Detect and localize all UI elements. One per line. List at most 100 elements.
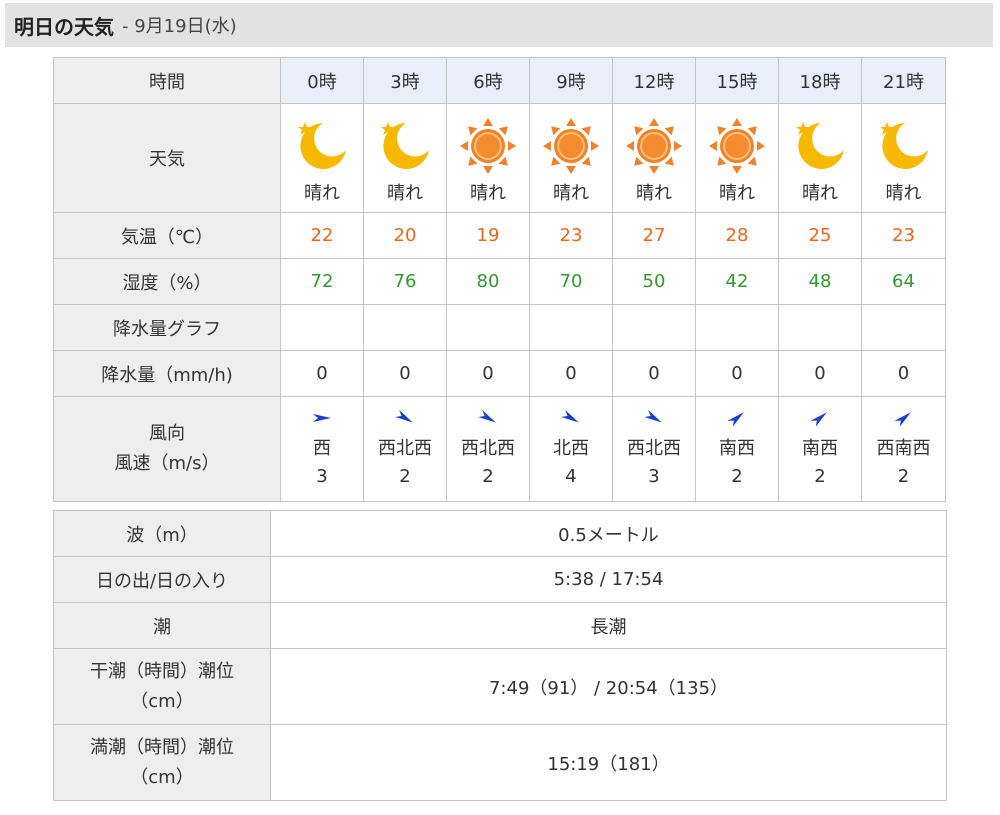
humidity-value: 70 <box>529 258 613 305</box>
wind-cell: 西北西 2 <box>446 396 530 502</box>
humidity-value: 76 <box>363 258 447 305</box>
precip-value: 0 <box>529 350 613 397</box>
humidity-value: 72 <box>280 258 364 305</box>
low-tide-label-line2: （cm） <box>130 690 194 712</box>
humidity-value: 80 <box>446 258 530 305</box>
hour-header: 15時 <box>695 57 779 104</box>
wind-direction-value: 西北西 <box>378 437 432 459</box>
wind-cell: 北西 4 <box>529 396 613 502</box>
low-tide-value: 7:49（91） / 20:54（135） <box>270 648 947 725</box>
precip-value: 0 <box>363 350 447 397</box>
precip-graph-label: 降水量グラフ <box>53 304 281 351</box>
arrow-northeast-icon <box>696 410 778 431</box>
page-header: 明日の天気 - 9月19日(水) <box>5 3 993 47</box>
precip-value: 0 <box>861 350 946 397</box>
precip-label: 降水量（mm/h) <box>53 350 281 397</box>
page-date: - 9月19日(水) <box>122 16 237 37</box>
wind-cell: 西北西 2 <box>363 396 447 502</box>
temperature-value: 25 <box>778 212 862 259</box>
wind-cell: 西北西 3 <box>612 396 696 502</box>
precip-value: 0 <box>280 350 364 397</box>
tide-row: 潮 長潮 <box>53 602 947 649</box>
wind-direction-value: 西北西 <box>627 437 681 459</box>
weather-cell: 晴れ <box>446 103 530 213</box>
weather-cell: 晴れ <box>612 103 696 213</box>
hour-header: 9時 <box>529 57 613 104</box>
arrow-northeast-icon <box>779 410 861 431</box>
temperature-value: 19 <box>446 212 530 259</box>
precip-graph-cell <box>280 304 364 351</box>
sunrise-sunset-value: 5:38 / 17:54 <box>270 556 947 603</box>
weather-label: 天気 <box>53 103 281 213</box>
wind-cell: 西3 <box>280 396 364 502</box>
precip-value: 0 <box>612 350 696 397</box>
wind-cell: 南西 2 <box>695 396 779 502</box>
hour-header: 6時 <box>446 57 530 104</box>
humidity-value: 48 <box>778 258 862 305</box>
wave-row: 波（m） 0.5メートル <box>53 510 947 557</box>
weather-cell: 晴れ <box>363 103 447 213</box>
wind-direction-value: 南西 <box>802 437 838 459</box>
wind-speed-value: 3 <box>648 465 660 487</box>
low-tide-label: 干潮（時間）潮位 （cm） <box>53 648 271 725</box>
high-tide-row: 満潮（時間）潮位 （cm） 15:19（181） <box>53 724 947 801</box>
time-row: 時間 0時 3時 6時 9時 12時 15時 18時 21時 <box>53 57 946 104</box>
wind-speed-value: 3 <box>316 465 328 487</box>
sea-info-table: 波（m） 0.5メートル 日の出/日の入り 5:38 / 17:54 潮 長潮 … <box>53 510 947 801</box>
wind-direction-value: 南西 <box>719 437 755 459</box>
low-tide-row: 干潮（時間）潮位 （cm） 7:49（91） / 20:54（135） <box>53 648 947 725</box>
arrow-southeast-icon <box>530 409 612 431</box>
wind-cell: 南西 2 <box>778 396 862 502</box>
sun-icon <box>447 117 529 180</box>
weather-text: 晴れ <box>387 182 423 204</box>
moon-star-icon <box>862 117 945 180</box>
tide-label: 潮 <box>53 602 271 649</box>
weather-cell: 晴れ <box>861 103 946 213</box>
precip-row: 降水量（mm/h) 00000000 <box>53 350 946 397</box>
moon-star-icon <box>281 117 363 180</box>
weather-text: 晴れ <box>636 182 672 204</box>
wind-speed-value: 4 <box>565 465 577 487</box>
weather-cell: 晴れ <box>778 103 862 213</box>
wave-value: 0.5メートル <box>270 510 947 557</box>
arrow-east-icon <box>281 410 363 431</box>
weather-cell: 晴れ <box>529 103 613 213</box>
precip-value: 0 <box>695 350 779 397</box>
hour-header: 0時 <box>280 57 364 104</box>
temperature-label: 気温（℃） <box>53 212 281 259</box>
precip-value: 0 <box>446 350 530 397</box>
precip-graph-cell <box>363 304 447 351</box>
arrow-southeast-icon <box>447 409 529 431</box>
wind-speed-value: 2 <box>482 465 494 487</box>
hour-header: 18時 <box>778 57 862 104</box>
hour-header: 12時 <box>612 57 696 104</box>
wind-cell: 西南西 2 <box>861 396 946 502</box>
hour-header: 3時 <box>363 57 447 104</box>
weather-text: 晴れ <box>304 182 340 204</box>
sunrise-sunset-row: 日の出/日の入り 5:38 / 17:54 <box>53 556 947 603</box>
moon-star-icon <box>364 117 446 180</box>
tide-value: 長潮 <box>270 602 947 649</box>
weather-text: 晴れ <box>553 182 589 204</box>
temperature-value: 20 <box>363 212 447 259</box>
wind-direction-value: 西 <box>313 437 331 459</box>
wind-speed-value: 2 <box>731 465 743 487</box>
humidity-value: 64 <box>861 258 946 305</box>
wind-label: 風向 風速（m/s） <box>53 396 281 502</box>
wind-direction-value: 西北西 <box>461 437 515 459</box>
time-label: 時間 <box>53 57 281 104</box>
sun-icon <box>696 117 778 180</box>
temperature-value: 22 <box>280 212 364 259</box>
low-tide-label-line1: 干潮（時間）潮位 <box>90 660 234 682</box>
weather-text: 晴れ <box>802 182 838 204</box>
hour-header: 21時 <box>861 57 946 104</box>
weather-text: 晴れ <box>885 182 922 204</box>
page-title: 明日の天気 <box>14 14 114 39</box>
precip-graph-cell <box>612 304 696 351</box>
precip-graph-cell <box>446 304 530 351</box>
sunrise-sunset-label: 日の出/日の入り <box>53 556 271 603</box>
temperature-value: 23 <box>861 212 946 259</box>
wind-speed-label: 風速（m/s） <box>114 453 220 474</box>
hourly-forecast-table: 時間 0時 3時 6時 9時 12時 15時 18時 21時 天気 晴れ 晴れ 晴れ 晴れ 晴れ 晴れ 晴… <box>53 57 946 502</box>
temperature-value: 27 <box>612 212 696 259</box>
